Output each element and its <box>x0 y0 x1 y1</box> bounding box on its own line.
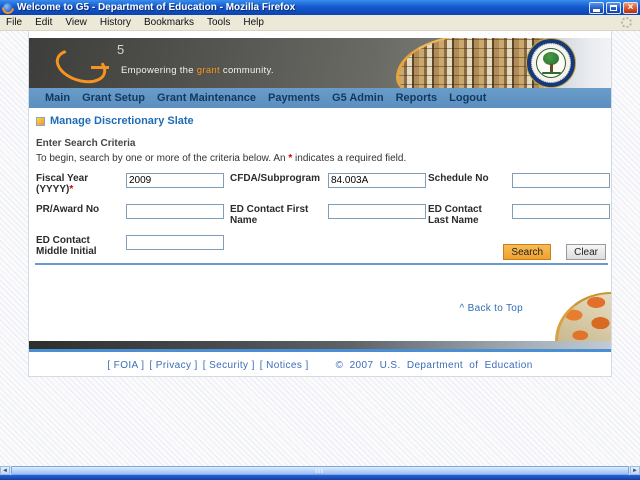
page-title-icon <box>36 116 45 126</box>
search-button[interactable]: Search <box>503 244 552 260</box>
banner-tagline: Empowering the grant community. <box>121 65 274 76</box>
pr-award-no-input[interactable] <box>126 204 224 219</box>
restore-icon <box>610 4 617 11</box>
page-content: 5 Empowering the grant community. Main G… <box>28 31 612 377</box>
section-heading: Enter Search Criteria <box>36 138 136 149</box>
menu-help[interactable]: Help <box>243 17 264 28</box>
nav-grant-maintenance[interactable]: Grant Maintenance <box>157 92 256 104</box>
menu-history[interactable]: History <box>100 17 131 28</box>
nav-payments[interactable]: Payments <box>268 92 320 104</box>
firefox-icon <box>3 2 13 13</box>
nav-g5-admin[interactable]: G5 Admin <box>332 92 384 104</box>
nav-reports[interactable]: Reports <box>396 92 438 104</box>
close-button[interactable]: × <box>623 1 638 14</box>
menu-edit[interactable]: Edit <box>35 17 52 28</box>
minimize-icon <box>593 9 600 12</box>
clear-button[interactable]: Clear <box>566 244 606 260</box>
restore-button[interactable] <box>606 1 621 14</box>
window-title: Welcome to G5 - Department of Education … <box>17 2 296 13</box>
window-bottom-border <box>0 475 640 480</box>
bookshelf-image <box>396 38 544 88</box>
cfda-subprogram-input[interactable] <box>328 173 426 188</box>
throbber-icon <box>621 17 632 28</box>
fiscal-year-input[interactable] <box>126 173 224 188</box>
schedule-no-input[interactable] <box>512 173 610 188</box>
education-seal-icon <box>526 38 576 88</box>
browser-viewport: 5 Empowering the grant community. Main G… <box>0 31 640 466</box>
footer-bar-image <box>29 341 611 349</box>
window-titlebar: Welcome to G5 - Department of Education … <box>0 0 640 15</box>
cfda-subprogram-label: CFDA/Subprogram <box>230 173 320 184</box>
ed-contact-last-name-label: ED Contact Last Name <box>428 204 482 226</box>
instructions-text: To begin, search by one or more of the c… <box>36 153 407 164</box>
footer-link-privacy[interactable]: [ Privacy ] <box>149 360 197 371</box>
footer-link-notices[interactable]: [ Notices ] <box>260 360 309 371</box>
footer-blue-line <box>29 349 611 352</box>
nav-grant-setup[interactable]: Grant Setup <box>82 92 145 104</box>
menu-bookmarks[interactable]: Bookmarks <box>144 17 194 28</box>
classroom-chairs-image <box>555 292 611 341</box>
scroll-left-arrow[interactable]: ◄ <box>0 466 10 475</box>
ed-contact-first-name-input[interactable] <box>328 204 426 219</box>
menu-file[interactable]: File <box>6 17 22 28</box>
scrollbar-thumb[interactable] <box>11 466 629 475</box>
browser-menubar: File Edit View History Bookmarks Tools H… <box>0 15 640 31</box>
close-icon: × <box>627 1 634 13</box>
schedule-no-label: Schedule No <box>428 173 489 184</box>
page-title: Manage Discretionary Slate <box>36 115 194 127</box>
section-divider <box>35 263 608 265</box>
pr-award-no-label: PR/Award No <box>36 204 100 215</box>
minimize-button[interactable] <box>589 1 604 14</box>
horizontal-scrollbar[interactable]: ◄ ► <box>0 466 640 475</box>
g5-banner: 5 Empowering the grant community. <box>29 38 611 88</box>
nav-main[interactable]: Main <box>45 92 70 104</box>
fiscal-year-label: Fiscal Year (YYYY)* <box>36 173 89 195</box>
nav-logout[interactable]: Logout <box>449 92 486 104</box>
main-navbar: Main Grant Setup Grant Maintenance Payme… <box>29 88 611 108</box>
ed-contact-last-name-input[interactable] <box>512 204 610 219</box>
page-footer: [ FOIA ] [ Privacy ] [ Security ] [ Noti… <box>29 360 611 371</box>
copyright-text: © 2007 U.S. Department of Education <box>335 360 533 371</box>
ed-contact-middle-initial-label: ED Contact Middle Initial <box>36 235 97 257</box>
menu-tools[interactable]: Tools <box>207 17 230 28</box>
footer-link-security[interactable]: [ Security ] <box>203 360 255 371</box>
scroll-right-arrow[interactable]: ► <box>630 466 640 475</box>
menu-view[interactable]: View <box>65 17 87 28</box>
ed-contact-middle-initial-input[interactable] <box>126 235 224 250</box>
back-to-top-link[interactable]: ^ Back to Top <box>460 303 523 314</box>
footer-link-foia[interactable]: [ FOIA ] <box>107 360 144 371</box>
ed-contact-first-name-label: ED Contact First Name <box>230 204 309 226</box>
